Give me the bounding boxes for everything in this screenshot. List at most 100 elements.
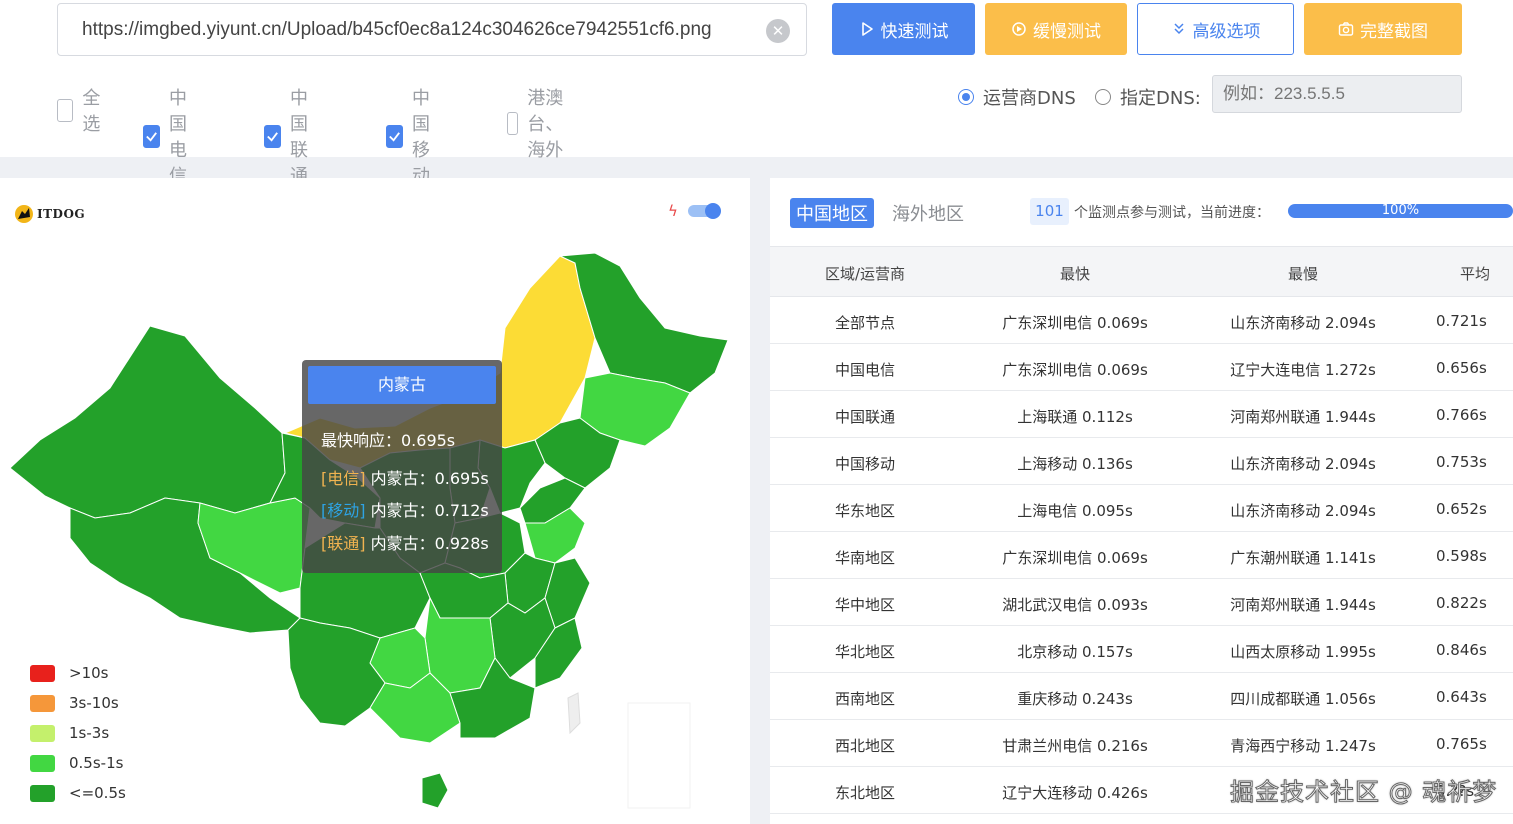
filter-china-unicom[interactable]: 中国联通 <box>264 84 314 188</box>
cell-average: 0.598s <box>1436 547 1487 565</box>
cell-average: 0.766s <box>1436 406 1487 424</box>
table-row[interactable]: 华东地区 上海电信 0.095s 山东济南移动 2.094s 0.652s <box>770 485 1513 532</box>
region-xinjiang <box>9 325 286 519</box>
quick-test-button[interactable]: 快速测试 <box>832 3 975 55</box>
map-toggle-switch[interactable] <box>687 203 721 219</box>
checkbox[interactable] <box>386 124 403 148</box>
dns-operator-option[interactable]: 运营商DNS <box>958 84 1076 110</box>
checkbox[interactable] <box>143 124 160 148</box>
checkbox[interactable] <box>264 124 281 148</box>
close-circle-icon[interactable]: ✕ <box>766 19 790 43</box>
legend-label: 1s-3s <box>69 724 110 742</box>
table-row[interactable]: 华南地区 广东深圳电信 0.069s 广东潮州联通 1.141s 0.598s <box>770 532 1513 579</box>
filter-select-all[interactable]: 全选 <box>57 84 107 136</box>
cell-fastest: 上海联通 0.112s <box>1017 408 1133 426</box>
legend-item[interactable]: 3s-10s <box>30 688 126 718</box>
legend-swatch <box>30 694 55 712</box>
cell-slowest: 山东济南移动 2.094s <box>1230 455 1376 473</box>
node-count-badge: 101 <box>1030 198 1069 225</box>
cell-average: 0.656s <box>1436 359 1487 377</box>
dns-custom-label: 指定DNS: <box>1120 88 1201 109</box>
table-row[interactable]: 西北地区 甘肃兰州电信 0.216s 青海西宁移动 1.247s 0.765s <box>770 720 1513 767</box>
checkbox[interactable] <box>507 111 519 135</box>
isp-tag: [联通] <box>321 534 366 553</box>
map-panel: ITDOG ϟ >10s 3s-10s 1s-3s 0.5s-1s <=0.5s… <box>0 178 750 824</box>
cell-slowest: 山东济南移动 2.094s <box>1230 502 1376 520</box>
table-row[interactable]: 中国联通 上海联通 0.112s 河南郑州联通 1.944s 0.766s <box>770 391 1513 438</box>
cell-slowest: 山西太原移动 1.995s <box>1230 643 1376 661</box>
cell-average: 0.822s <box>1436 594 1487 612</box>
cell-average: 0.846s <box>1436 641 1487 659</box>
top-toolbar: ✕ 快速测试 缓慢测试 高级选项 完整截图 全选 中国电信 中国联通 中国移动 <box>0 0 1513 187</box>
legend-label: 3s-10s <box>69 694 119 712</box>
cell-region: 东北地区 <box>834 784 895 802</box>
table-row[interactable]: 华中地区 湖北武汉电信 0.093s 河南郑州联通 1.944s 0.822s <box>770 579 1513 626</box>
cell-fastest: 辽宁大连移动 0.426s <box>1002 784 1148 802</box>
cell-fastest: 湖北武汉电信 0.093s <box>1002 596 1148 614</box>
tooltip-fastest: 最快响应：0.695s <box>321 431 456 450</box>
results-table-body: 全部节点 广东深圳电信 0.069s 山东济南移动 2.094s 0.721s 中国电… <box>770 297 1513 814</box>
tooltip-unicom-line: [联通] 内蒙古：0.928s <box>321 530 489 554</box>
legend-item[interactable]: 1s-3s <box>30 718 126 748</box>
header-slowest[interactable]: 最慢 <box>1203 263 1403 284</box>
tooltip-value: 内蒙古：0.712s <box>365 501 489 520</box>
filter-china-telecom[interactable]: 中国电信 <box>143 84 193 188</box>
cell-region: 中国联通 <box>834 408 895 426</box>
region-taiwan <box>567 692 581 735</box>
cell-region: 中国电信 <box>834 361 895 379</box>
header-average[interactable]: 平均 <box>1460 263 1513 284</box>
cell-fastest: 上海移动 0.136s <box>1017 455 1133 473</box>
quick-test-label: 快速测试 <box>880 21 949 42</box>
radio-button[interactable] <box>1095 89 1111 105</box>
table-row[interactable]: 中国电信 广东深圳电信 0.069s 辽宁大连电信 1.272s 0.656s <box>770 344 1513 391</box>
legend-swatch <box>30 664 55 682</box>
dns-custom-option[interactable]: 指定DNS: <box>1095 84 1201 110</box>
play-icon <box>861 22 873 36</box>
full-screenshot-label: 完整截图 <box>1360 21 1428 42</box>
legend-item[interactable]: 0.5s-1s <box>30 748 126 778</box>
url-field[interactable]: ✕ <box>57 3 807 56</box>
radio-button[interactable] <box>958 89 974 105</box>
cell-fastest: 广东深圳电信 0.069s <box>1002 314 1148 332</box>
header-fastest[interactable]: 最快 <box>975 263 1175 284</box>
itdog-logo: ITDOG <box>13 203 85 225</box>
url-input[interactable] <box>82 16 762 44</box>
header-region[interactable]: 区域/运营商 <box>790 263 940 284</box>
tab-china[interactable]: 中国地区 <box>790 198 874 228</box>
check-icon <box>389 131 400 142</box>
cell-region: 中国移动 <box>834 455 895 473</box>
slow-test-button[interactable]: 缓慢测试 <box>985 3 1127 55</box>
cell-slowest: 广东潮州联通 1.141s <box>1230 549 1376 567</box>
cell-average: 0.721s <box>1436 312 1487 330</box>
camera-icon <box>1338 22 1354 36</box>
dog-logo-icon <box>15 205 33 223</box>
tooltip-mobile-line: [移动] 内蒙古：0.712s <box>321 497 489 521</box>
table-row[interactable]: 全部节点 广东深圳电信 0.069s 山东济南移动 2.094s 0.721s <box>770 297 1513 344</box>
isp-tag: [电信] <box>321 469 366 488</box>
region-hainan <box>421 772 449 809</box>
table-row[interactable]: 西南地区 重庆移动 0.243s 四川成都联通 1.056s 0.643s <box>770 673 1513 720</box>
filter-overseas[interactable]: 港澳台、海外 <box>507 84 575 162</box>
cell-region: 西南地区 <box>834 690 895 708</box>
legend-label: 0.5s-1s <box>69 754 124 772</box>
cell-fastest: 广东深圳电信 0.069s <box>1002 361 1148 379</box>
dns-input[interactable] <box>1212 75 1462 113</box>
advanced-options-button[interactable]: 高级选项 <box>1137 3 1294 55</box>
tab-overseas[interactable]: 海外地区 <box>886 198 970 228</box>
checkbox[interactable] <box>57 98 74 122</box>
full-screenshot-button[interactable]: 完整截图 <box>1304 3 1462 55</box>
slow-test-label: 缓慢测试 <box>1033 21 1101 42</box>
legend-swatch <box>30 754 55 772</box>
cell-slowest: 河南郑州联通 1.944s <box>1230 408 1376 426</box>
double-chevron-down-icon <box>1173 23 1184 35</box>
cell-average: 0.765s <box>1436 735 1487 753</box>
filter-china-mobile[interactable]: 中国移动 <box>386 84 436 188</box>
table-row[interactable]: 华北地区 北京移动 0.157s 山西太原移动 1.995s 0.846s <box>770 626 1513 673</box>
cell-region: 西北地区 <box>834 737 895 755</box>
results-panel: 中国地区 海外地区 101 个监测点参与测试，当前进度： 100% 区域/运营商… <box>770 178 1513 824</box>
legend-item[interactable]: >10s <box>30 658 126 688</box>
legend-item[interactable]: <=0.5s <box>30 778 126 808</box>
filter-label: 港澳台、海外 <box>527 88 564 161</box>
tooltip-title: 内蒙古 <box>308 366 496 404</box>
table-row[interactable]: 中国移动 上海移动 0.136s 山东济南移动 2.094s 0.753s <box>770 438 1513 485</box>
